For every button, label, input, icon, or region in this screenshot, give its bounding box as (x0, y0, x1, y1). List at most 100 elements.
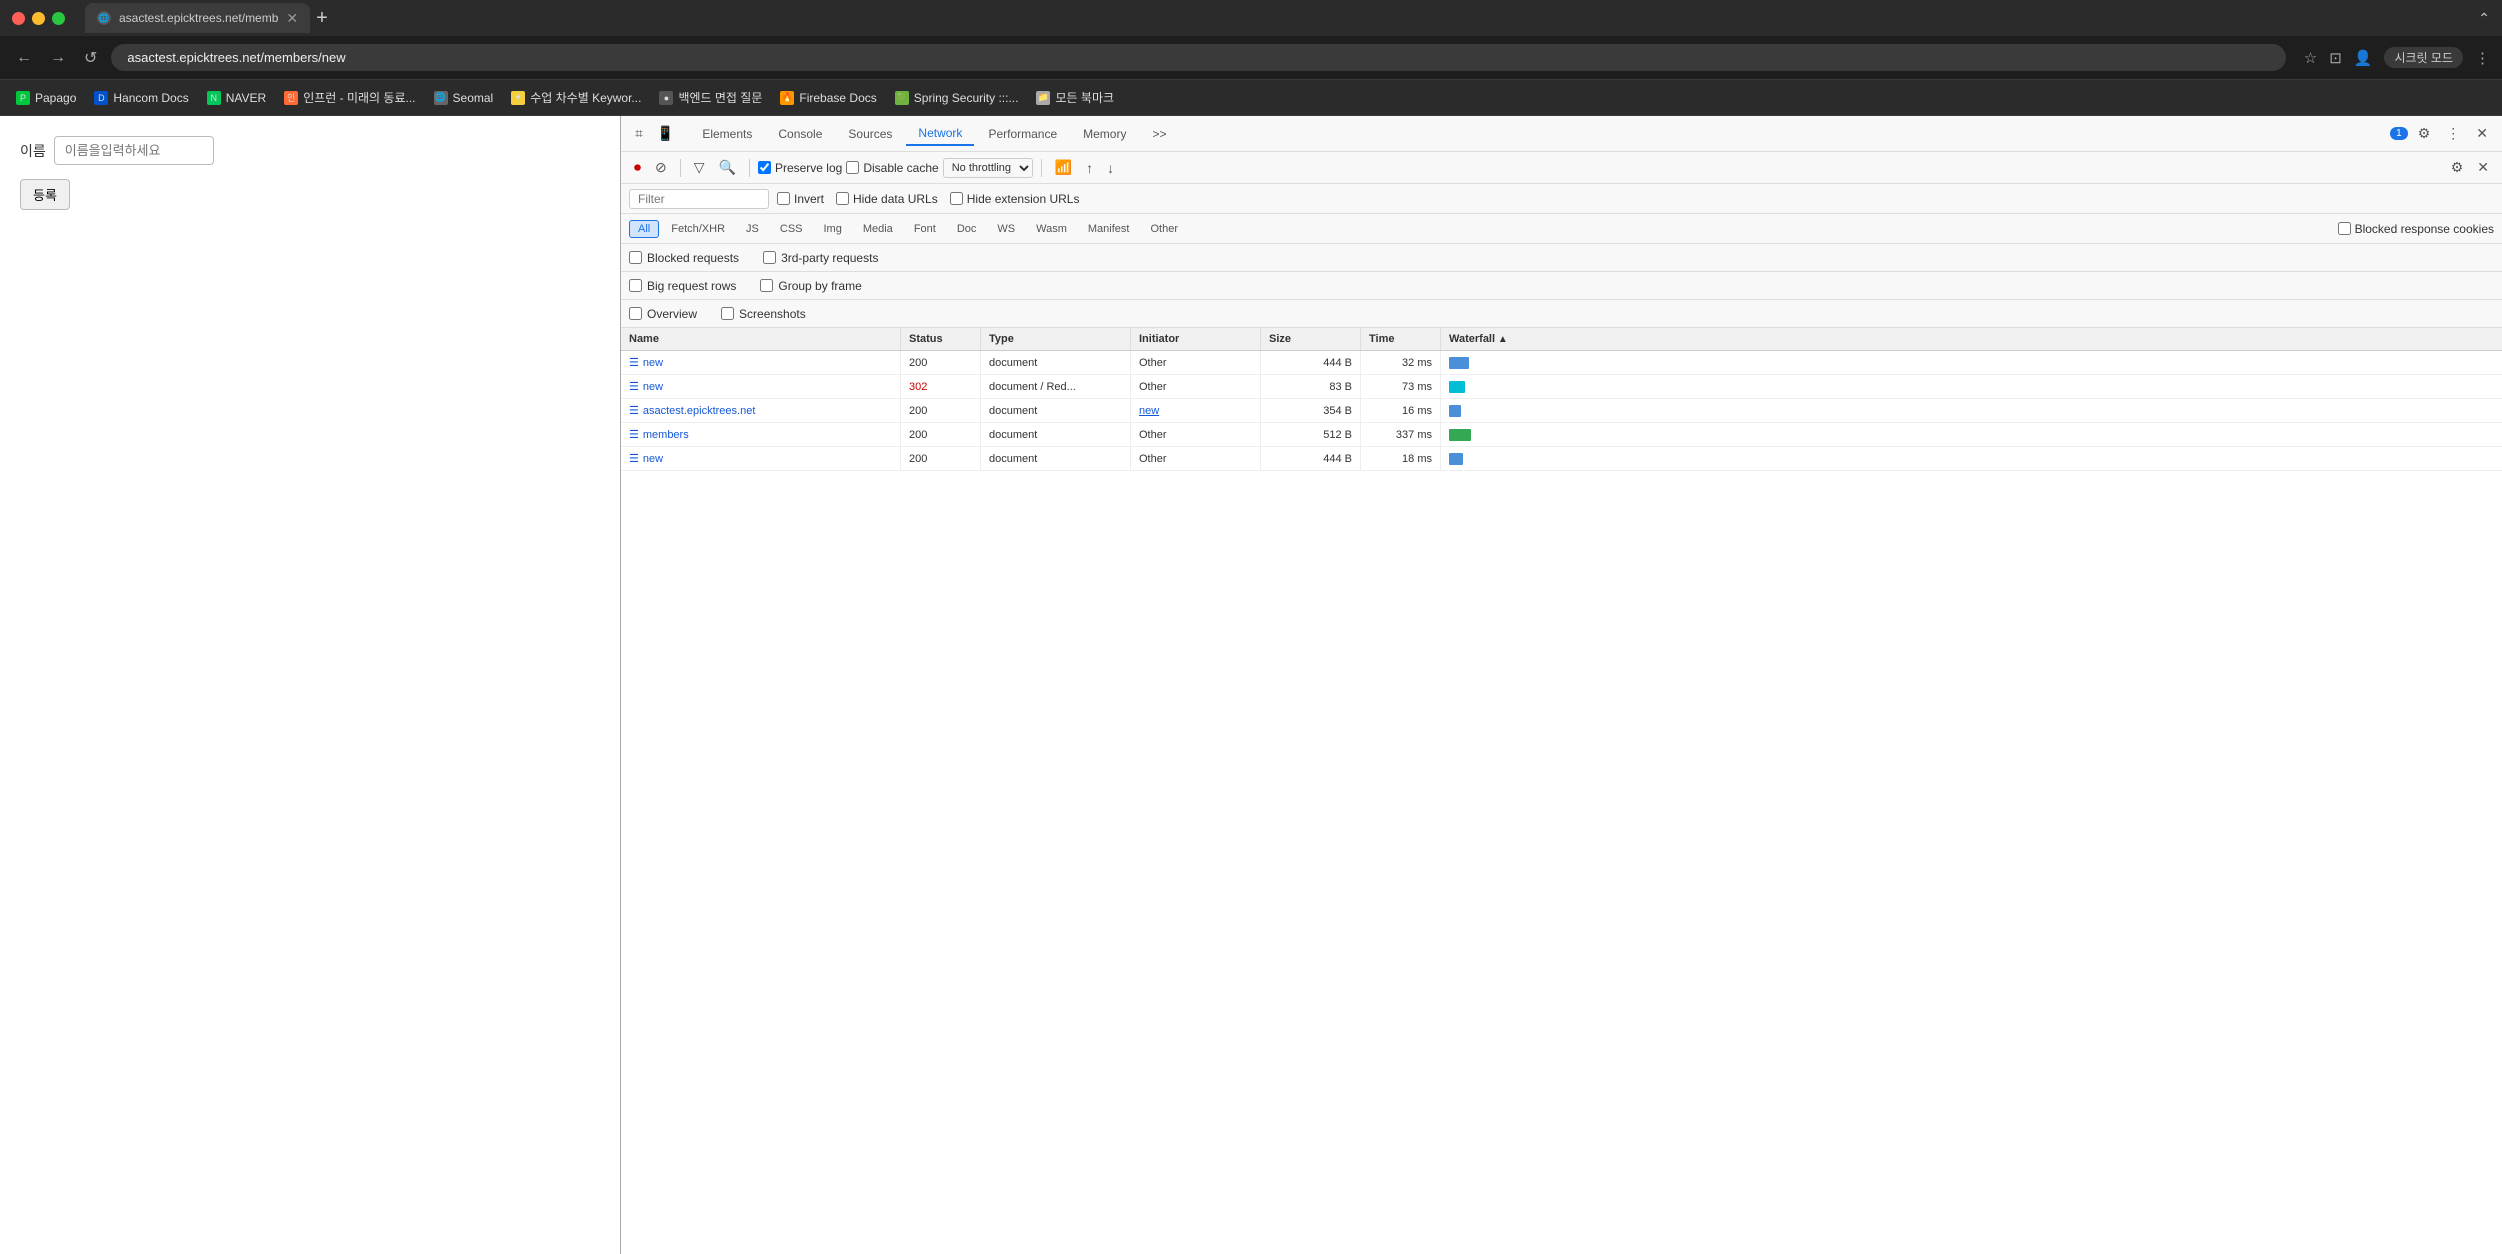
type-btn-img[interactable]: Img (815, 220, 851, 238)
th-initiator[interactable]: Initiator (1131, 328, 1261, 350)
td-size-row3: 354 B (1261, 399, 1361, 422)
th-waterfall[interactable]: Waterfall (1441, 328, 2502, 350)
preserve-log-checkbox[interactable] (758, 161, 771, 174)
bookmark-papago[interactable]: PPapago (8, 87, 84, 109)
reload-button[interactable]: ↺ (80, 44, 101, 72)
table-row[interactable]: ☰ new 302 document / Red... Other 83 B 7… (621, 375, 2502, 399)
bookmark-keywords[interactable]: ✦수업 차수별 Keywor... (503, 85, 649, 110)
td-status-row3: 200 (901, 399, 981, 422)
bookmark-interview[interactable]: ●백엔드 면접 질문 (651, 85, 770, 110)
toolbar-separator-2 (749, 159, 750, 177)
table-row[interactable]: ☰ members 200 document Other 512 B 337 m… (621, 423, 2502, 447)
type-btn-wasm[interactable]: Wasm (1027, 220, 1076, 238)
disable-cache-checkbox[interactable] (846, 161, 859, 174)
hide-data-check[interactable]: Hide data URLs (836, 192, 938, 206)
devtools-network-close-icon[interactable]: ✕ (2472, 156, 2494, 179)
blocked-response-cookies-check[interactable]: Blocked response cookies (2338, 222, 2494, 236)
group-by-frame-check[interactable]: Group by frame (760, 279, 861, 293)
tab-memory[interactable]: Memory (1071, 123, 1138, 145)
url-input[interactable] (111, 44, 2285, 71)
invert-check[interactable]: Invert (777, 192, 824, 206)
bookmark-inplearn[interactable]: 인인프런 - 미래의 동료... (276, 85, 423, 110)
td-waterfall-row4 (1441, 423, 2502, 446)
bookmark-hancom[interactable]: DHancom Docs (86, 87, 196, 109)
big-rows-check[interactable]: Big request rows (629, 279, 736, 293)
type-btn-manifest[interactable]: Manifest (1079, 220, 1139, 238)
doc-icon-row2: ☰ (629, 380, 639, 393)
wifi-icon[interactable]: 📶 (1050, 156, 1077, 179)
devtools-network-settings-icon[interactable]: ⚙ (2446, 156, 2469, 179)
third-party-check[interactable]: 3rd-party requests (763, 251, 878, 265)
bookmark-spring[interactable]: 🟢Spring Security :::... (887, 87, 1027, 109)
doc-icon-row1: ☰ (629, 356, 639, 369)
tab-performance[interactable]: Performance (976, 123, 1069, 145)
initiator-text-row5: Other (1139, 453, 1167, 465)
name-input[interactable] (54, 136, 214, 165)
star-icon[interactable]: ☆ (2304, 49, 2317, 67)
type-btn-js[interactable]: JS (737, 220, 768, 238)
type-btn-other[interactable]: Other (1141, 220, 1187, 238)
type-btn-all[interactable]: All (629, 220, 659, 238)
type-btn-media[interactable]: Media (854, 220, 902, 238)
active-tab[interactable]: 🌐 asactest.epicktrees.net/memb ✕ (85, 3, 310, 33)
tab-sync-icon[interactable]: ⊡ (2329, 49, 2342, 67)
device-mode-icon[interactable]: 📱 (651, 121, 680, 146)
th-time[interactable]: Time (1361, 328, 1441, 350)
bookmarks-bar: PPapagoDHancom DocsNNAVER인인프런 - 미래의 동료..… (0, 80, 2502, 116)
close-button[interactable] (12, 12, 25, 25)
filter-input[interactable] (629, 189, 769, 209)
bookmark-firebase[interactable]: 🔥Firebase Docs (772, 87, 884, 109)
type-btn-font[interactable]: Font (905, 220, 945, 238)
table-row[interactable]: ☰ asactest.epicktrees.net 200 document n… (621, 399, 2502, 423)
download-icon[interactable]: ↓ (1102, 157, 1119, 179)
devtools-settings-icon[interactable]: ⚙ (2412, 121, 2437, 146)
bookmark-bookmarks_folder[interactable]: 📁모든 북마크 (1028, 85, 1122, 110)
screenshots-check[interactable]: Screenshots (721, 307, 806, 321)
hide-ext-check[interactable]: Hide extension URLs (950, 192, 1080, 206)
th-status[interactable]: Status (901, 328, 981, 350)
th-name[interactable]: Name (621, 328, 901, 350)
devtools-more-icon[interactable]: ⋮ (2440, 121, 2466, 146)
th-type[interactable]: Type (981, 328, 1131, 350)
maximize-button[interactable] (52, 12, 65, 25)
tab-close-button[interactable]: ✕ (286, 10, 298, 27)
filter-icon[interactable]: ▽ (689, 156, 710, 179)
back-button[interactable]: ← (12, 45, 36, 71)
clear-button[interactable]: ⊘ (650, 156, 672, 179)
tab-console[interactable]: Console (766, 123, 834, 145)
devtools-close-icon[interactable]: ✕ (2470, 121, 2494, 146)
blocked-requests-check[interactable]: Blocked requests (629, 251, 739, 265)
initiator-link-row3[interactable]: new (1139, 405, 1159, 417)
new-tab-button[interactable]: + (316, 7, 328, 30)
type-btn-ws[interactable]: WS (988, 220, 1024, 238)
record-button[interactable]: ⏺ (629, 156, 646, 179)
tab-sources[interactable]: Sources (836, 123, 904, 145)
search-icon[interactable]: 🔍 (714, 156, 741, 179)
bookmark-naver[interactable]: NNAVER (199, 87, 274, 109)
type-btn-css[interactable]: CSS (771, 220, 812, 238)
overview-check[interactable]: Overview (629, 307, 697, 321)
table-row[interactable]: ☰ new 200 document Other 444 B 32 ms (621, 351, 2502, 375)
menu-icon[interactable]: ⋮ (2475, 49, 2490, 67)
tab-elements[interactable]: Elements (690, 123, 764, 145)
type-btn-doc[interactable]: Doc (948, 220, 986, 238)
minimize-button[interactable] (32, 12, 45, 25)
tab-network[interactable]: Network (906, 122, 974, 146)
bookmark-icon-spring: 🟢 (895, 91, 909, 105)
throttle-select[interactable]: No throttling (943, 158, 1033, 178)
td-name-row1: ☰ new (621, 351, 901, 374)
td-time-row4: 337 ms (1361, 423, 1441, 446)
td-size-row2: 83 B (1261, 375, 1361, 398)
collapse-icon[interactable]: ⌃ (2478, 10, 2490, 27)
upload-icon[interactable]: ↑ (1081, 157, 1098, 179)
td-waterfall-row5 (1441, 447, 2502, 470)
forward-button[interactable]: → (46, 45, 70, 71)
tab-more[interactable]: >> (1140, 123, 1178, 145)
register-button[interactable]: 등록 (20, 179, 70, 210)
type-btn-fetch-xhr[interactable]: Fetch/XHR (662, 220, 734, 238)
table-row[interactable]: ☰ new 200 document Other 444 B 18 ms (621, 447, 2502, 471)
th-size[interactable]: Size (1261, 328, 1361, 350)
bookmark-seomal[interactable]: 🌐Seomal (426, 87, 502, 109)
profile-icon[interactable]: 👤 (2354, 49, 2373, 67)
inspect-element-icon[interactable]: ⌗ (629, 121, 649, 146)
